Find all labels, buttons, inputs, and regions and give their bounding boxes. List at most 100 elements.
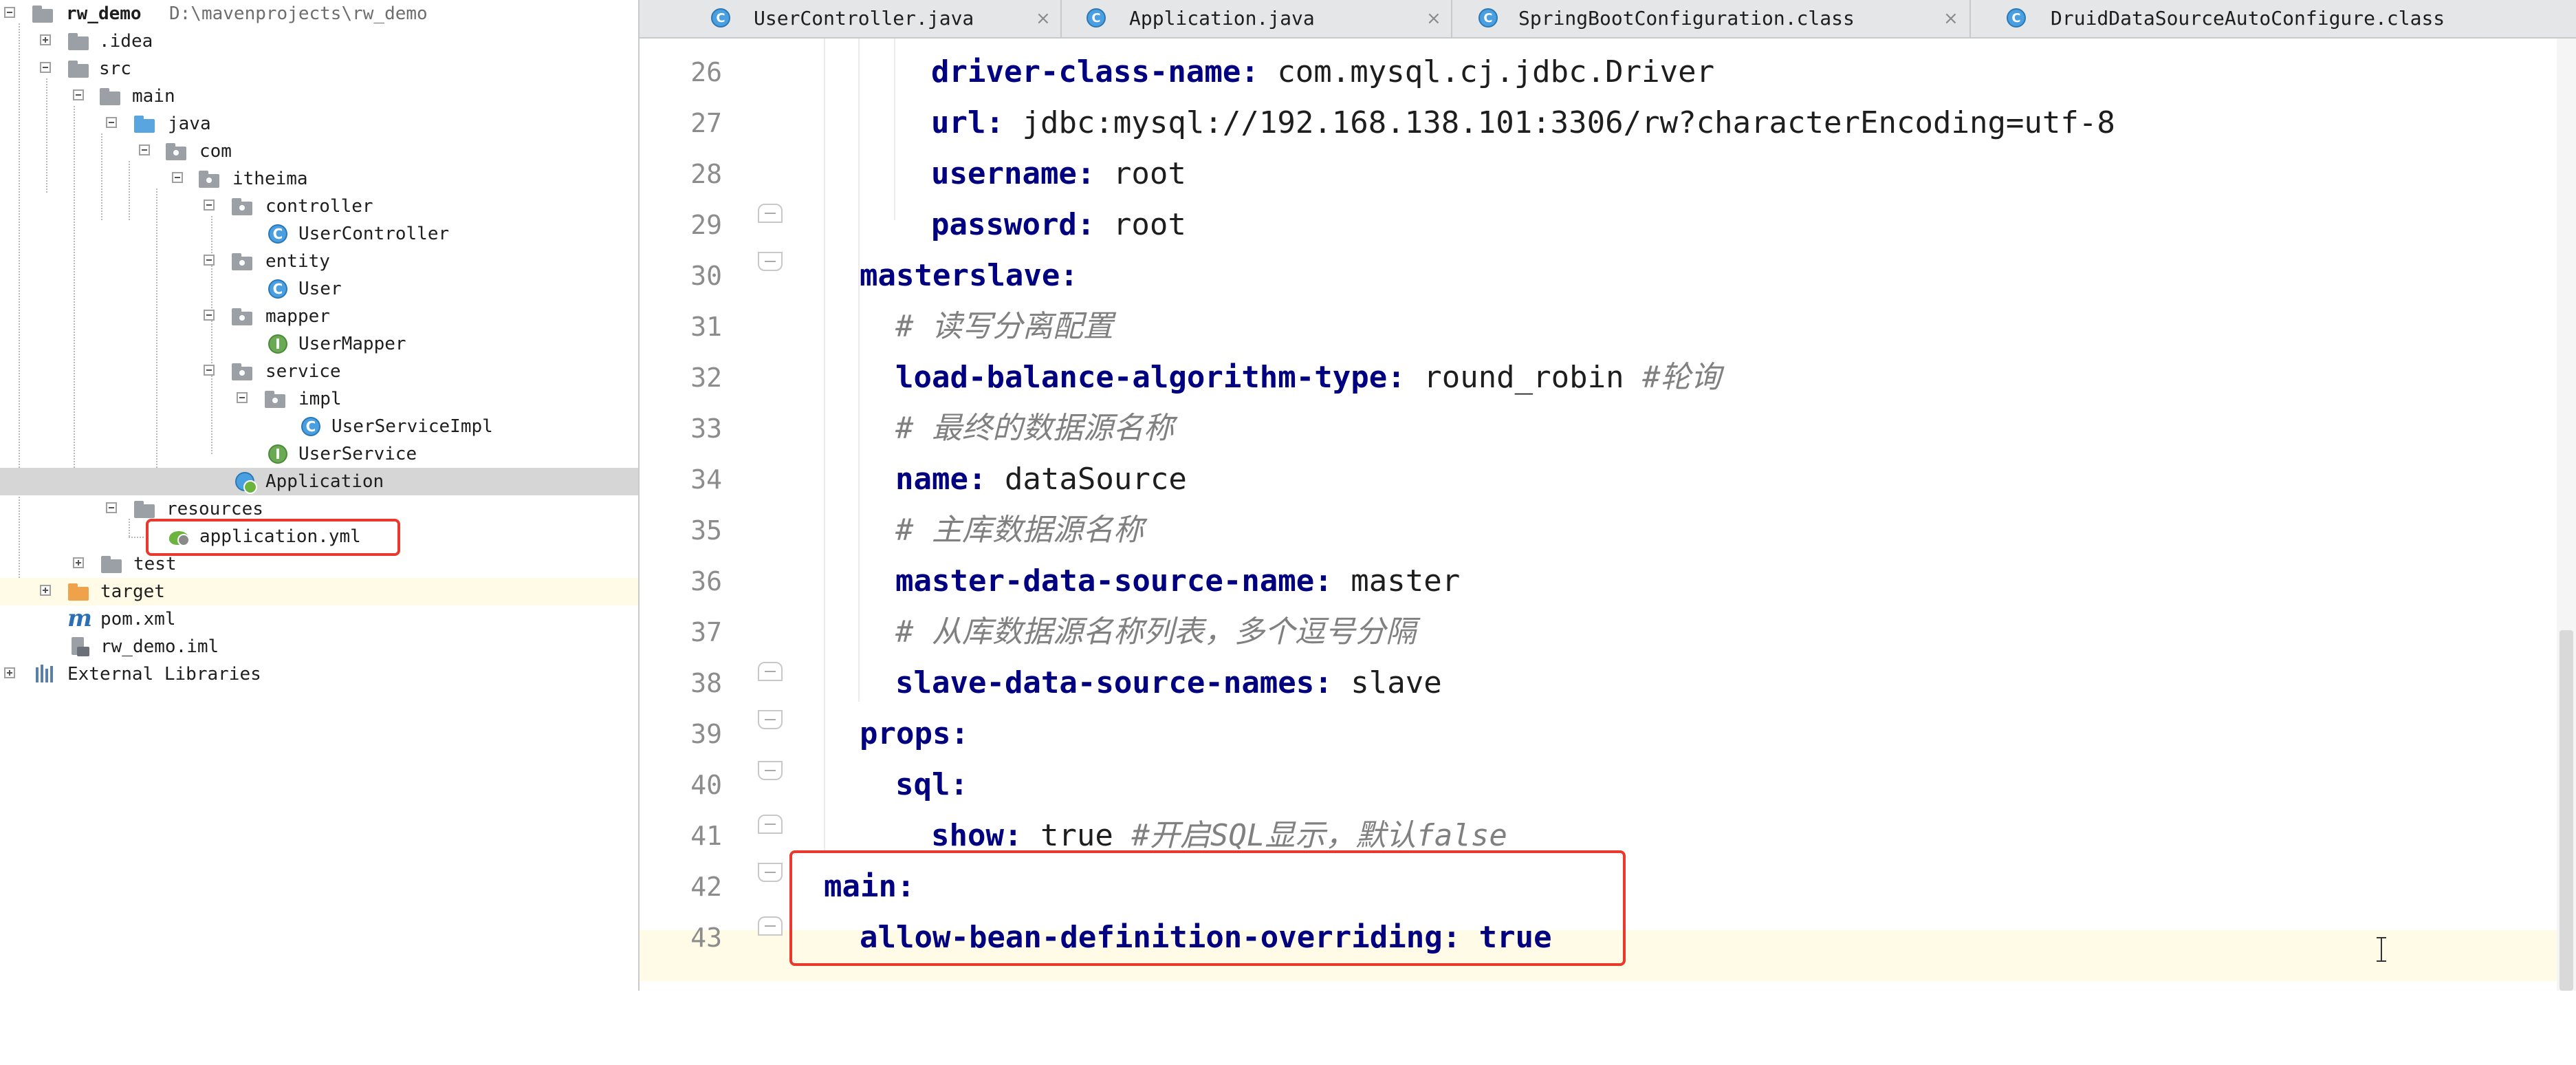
yaml-key: show: [931, 818, 1023, 853]
expand-toggle-icon[interactable] [73, 557, 84, 568]
code-line[interactable]: # 读写分离配置 [640, 301, 2576, 352]
yaml-key: load-balance-algorithm-type: [895, 360, 1406, 395]
collapse-toggle-icon[interactable] [106, 502, 117, 513]
close-icon[interactable]: × [1943, 0, 1958, 37]
tree-label-usermapper: UserMapper [298, 334, 406, 354]
collapse-toggle-icon[interactable] [204, 310, 215, 321]
tree-label-idea: .idea [99, 31, 153, 52]
tab-label: DruidDataSourceAutoConfigure.class [2051, 7, 2445, 30]
class-icon: C [301, 417, 320, 436]
tree-row-user[interactable]: C User [0, 275, 638, 303]
yaml-key: slave-data-source-names: [895, 665, 1333, 700]
class-icon: C [1087, 8, 1106, 28]
package-icon [231, 195, 253, 217]
package-icon [264, 388, 286, 410]
tree-row-entity[interactable]: entity [0, 248, 638, 275]
expand-toggle-icon[interactable] [40, 34, 51, 45]
tree-row-pom[interactable]: m pom.xml [0, 605, 638, 633]
tree-row-java[interactable]: java [0, 110, 638, 138]
yaml-value: master [1332, 563, 1461, 599]
yaml-value: slave [1332, 665, 1442, 700]
code-line[interactable]: master-data-source-name: master [640, 556, 2576, 607]
expand-toggle-icon[interactable] [40, 585, 51, 596]
collapse-toggle-icon[interactable] [204, 200, 215, 211]
tree-row-impl[interactable]: impl [0, 385, 638, 413]
tree-row-main[interactable]: main [0, 83, 638, 110]
tree-row-iml[interactable]: rw_demo.iml [0, 633, 638, 660]
code-line[interactable]: sql: [640, 760, 2576, 810]
tree-row-src[interactable]: src [0, 55, 638, 83]
code-line[interactable]: name: dataSource [640, 454, 2576, 505]
yaml-value: com.mysql.cj.jdbc.Driver [1258, 54, 1715, 89]
tree-row-itheima[interactable]: itheima [0, 165, 638, 193]
tab-usercontroller[interactable]: C UserController.java × [640, 0, 1062, 37]
tree-label-userservice: UserService [298, 444, 417, 464]
tree-label-controller: controller [265, 196, 373, 217]
tree-label-itheima: itheima [232, 169, 308, 189]
tab-application[interactable]: C Application.java × [1062, 0, 1452, 37]
code-line[interactable]: load-balance-algorithm-type: round_robin… [640, 352, 2576, 403]
code-line[interactable]: slave-data-source-names: slave [640, 658, 2576, 709]
expand-toggle-icon[interactable] [4, 667, 15, 678]
code-line[interactable]: url: jdbc:mysql://192.168.138.101:3306/r… [640, 98, 2576, 149]
code-line[interactable]: driver-class-name: com.mysql.cj.jdbc.Dri… [640, 47, 2576, 98]
tree-row-mapper[interactable]: mapper [0, 303, 638, 330]
yaml-comment: #轮询 [1642, 360, 1721, 395]
yaml-key: username: [931, 156, 1095, 191]
tree-row-test[interactable]: test [0, 550, 638, 578]
spring-boot-class-icon [235, 472, 257, 494]
code-line[interactable]: # 最终的数据源名称 [640, 403, 2576, 454]
yaml-key: driver-class-name: [931, 54, 1259, 89]
collapse-toggle-icon[interactable] [4, 7, 15, 18]
tree-row-root[interactable]: rw_demo D:\mavenprojects\rw_demo [0, 0, 638, 28]
code-line[interactable]: password: root [640, 200, 2576, 250]
yaml-key: sql: [895, 767, 968, 802]
tree-row-target[interactable]: target [0, 578, 638, 605]
tree-label-target: target [100, 581, 165, 602]
tree-row-application[interactable]: Application [0, 468, 638, 495]
code-line[interactable]: masterslave: [640, 250, 2576, 301]
yaml-key: password: [931, 207, 1095, 242]
editor-pane[interactable]: C UserController.java × C Application.ja… [640, 0, 2576, 991]
tree-row-userservice[interactable]: I UserService [0, 440, 638, 468]
code-line[interactable]: # 从库数据源名称列表，多个逗号分隔 [640, 607, 2576, 658]
close-icon[interactable]: × [1426, 0, 1441, 37]
package-icon [231, 305, 253, 327]
tree-row-idea[interactable]: .idea [0, 28, 638, 55]
yaml-comment: # 最终的数据源名称 [895, 411, 1174, 446]
tree-row-com[interactable]: com [0, 138, 638, 165]
close-icon[interactable]: × [1036, 0, 1051, 37]
tree-label-impl: impl [298, 389, 342, 409]
yaml-comment: # 从库数据源名称列表，多个逗号分隔 [895, 614, 1416, 649]
tab-druiddatasourceautoconfigure[interactable]: C DruidDataSourceAutoConfigure.class [1971, 0, 2576, 37]
tab-springbootconfiguration[interactable]: C SpringBootConfiguration.class × [1452, 0, 1971, 37]
code-line[interactable]: props: [640, 709, 2576, 760]
folder-icon [99, 85, 121, 107]
module-file-icon [67, 636, 89, 658]
tree-row-service[interactable]: service [0, 358, 638, 385]
code-area[interactable]: 26 27 28 29 30 31 32 33 34 35 36 37 38 3… [640, 39, 2576, 991]
class-icon: C [2007, 8, 2026, 28]
collapse-toggle-icon[interactable] [40, 62, 51, 73]
code-line[interactable]: # 主库数据源名称 [640, 505, 2576, 556]
collapse-toggle-icon[interactable] [106, 117, 117, 128]
tree-row-controller[interactable]: controller [0, 193, 638, 220]
collapse-toggle-icon[interactable] [237, 392, 248, 403]
folder-icon [100, 553, 122, 575]
tree-label-pom: pom.xml [100, 609, 176, 630]
tree-label-service: service [265, 361, 341, 382]
collapse-toggle-icon[interactable] [204, 255, 215, 266]
vertical-scrollbar[interactable] [2557, 39, 2576, 991]
tree-row-usercontroller[interactable]: C UserController [0, 220, 638, 248]
code-line[interactable]: username: root [640, 149, 2576, 200]
collapse-toggle-icon[interactable] [139, 144, 150, 155]
tree-row-usermapper[interactable]: I UserMapper [0, 330, 638, 358]
excluded-folder-icon [67, 581, 89, 603]
collapse-toggle-icon[interactable] [73, 89, 84, 100]
tree-label-main: main [132, 86, 175, 107]
scrollbar-thumb[interactable] [2559, 630, 2573, 991]
collapse-toggle-icon[interactable] [172, 172, 183, 183]
tree-row-external-libraries[interactable]: External Libraries [0, 660, 638, 688]
collapse-toggle-icon[interactable] [204, 365, 215, 376]
tree-row-userserviceimpl[interactable]: C UserServiceImpl [0, 413, 638, 440]
